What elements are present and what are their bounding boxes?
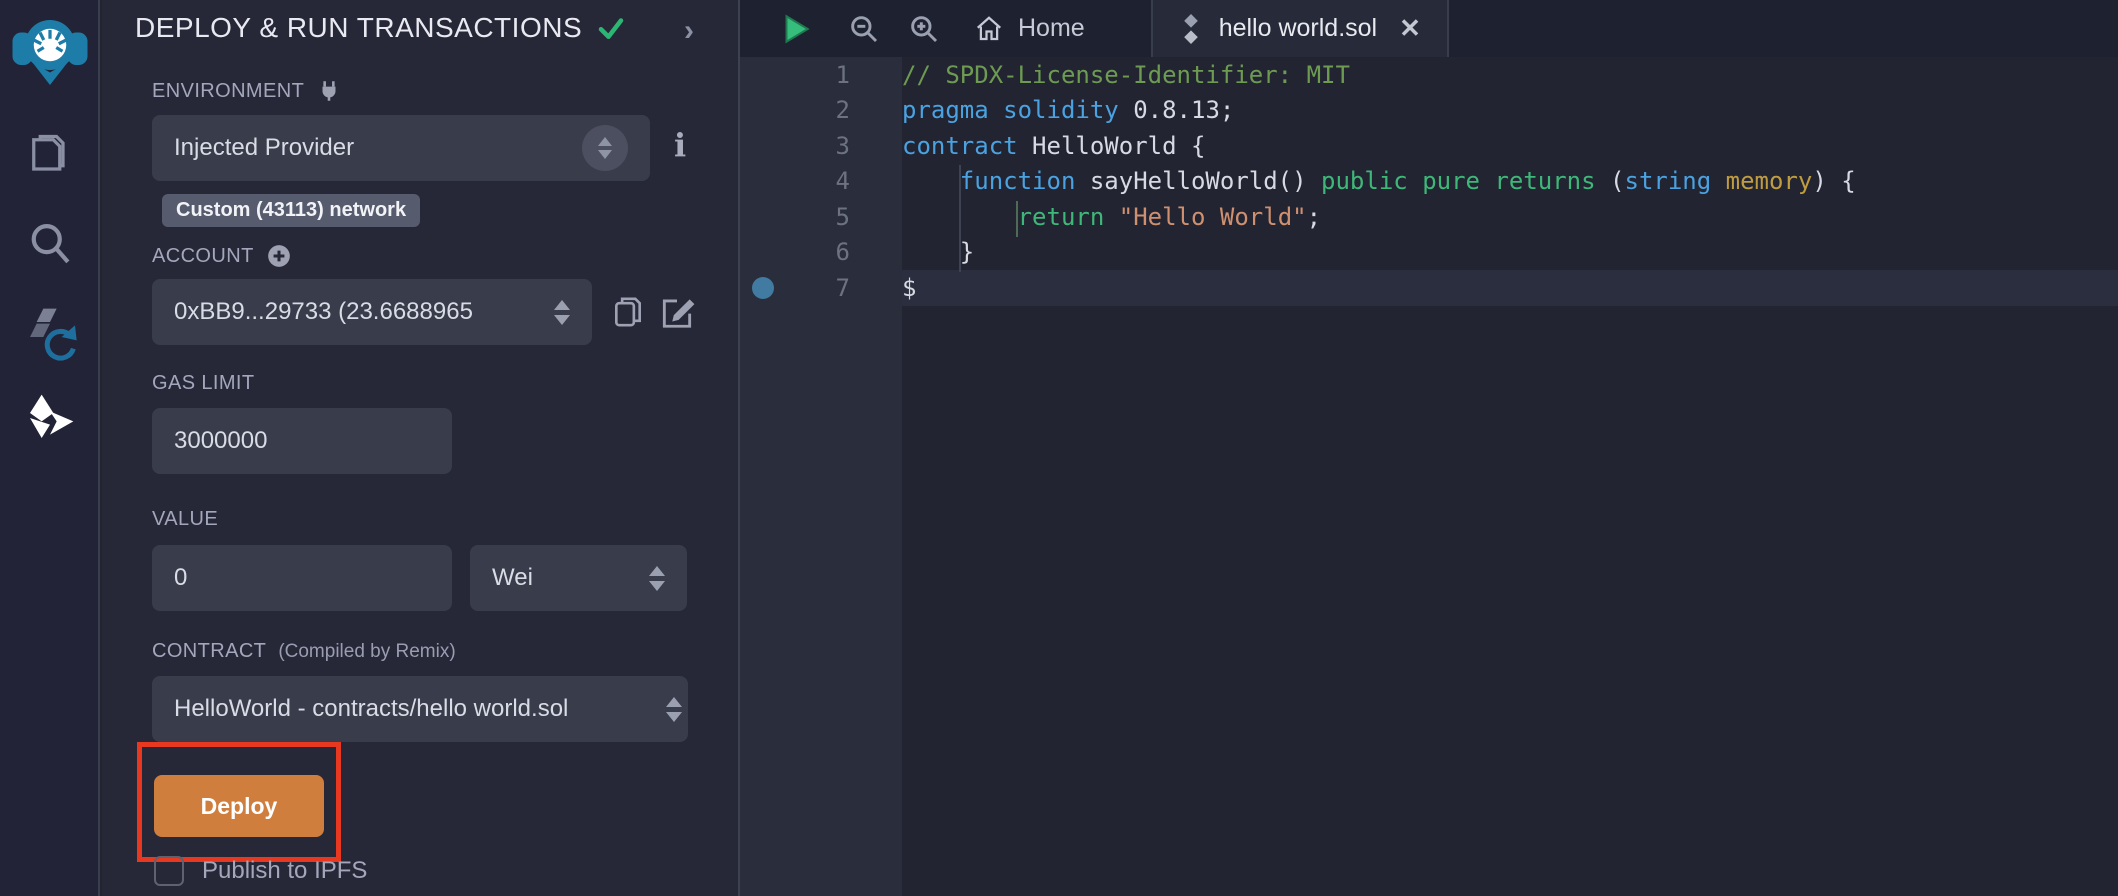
editor-tabbar: Home hello world.sol ✕ [740,0,2118,57]
panel-header: DEPLOY & RUN TRANSACTIONS [135,12,626,44]
line-number: 2 [774,96,902,124]
line-number-row[interactable]: 6 [740,235,902,271]
line-number-row[interactable]: 1 [740,57,902,93]
breakpoint-slot[interactable] [752,170,774,192]
line-number-row[interactable]: 4 [740,164,902,200]
contract-dropdown-icon[interactable] [666,697,682,722]
search-icon[interactable] [0,218,100,270]
breakpoint-slot[interactable] [752,206,774,228]
value-input[interactable]: 0 [152,545,452,611]
code-line-4[interactable]: function sayHelloWorld() public pure ret… [902,164,2118,200]
code-area[interactable]: // SPDX-License-Identifier: MITpragma so… [902,57,2118,896]
line-number-row[interactable]: 2 [740,93,902,129]
breakpoint-slot[interactable] [752,241,774,263]
copy-account-icon[interactable] [610,293,646,331]
line-number: 5 [774,203,902,231]
close-tab-icon[interactable]: ✕ [1399,13,1421,44]
breakpoint-slot[interactable] [752,64,774,86]
code-line-5[interactable]: return "Hello World"; [902,199,2118,235]
code-line-3[interactable]: contract HelloWorld { [902,128,2118,164]
activity-bar [0,0,100,896]
home-icon [974,14,1004,44]
publish-ipfs-row: Publish to IPFS [154,856,367,886]
panel-collapse-chevron-icon[interactable]: › [684,14,694,48]
deploy-run-panel: DEPLOY & RUN TRANSACTIONS › ENVIRONMENT … [102,0,738,896]
line-number: 1 [774,61,902,89]
solidity-icon [1179,14,1203,44]
panel-title: DEPLOY & RUN TRANSACTIONS [135,12,582,44]
line-number: 3 [774,132,902,160]
environment-dropdown-icon[interactable] [582,125,628,171]
contract-sublabel: (Compiled by Remix) [278,641,455,663]
account-label: ACCOUNT [152,243,292,269]
environment-label: ENVIRONMENT [152,78,342,104]
run-play-icon[interactable] [778,12,812,46]
indent-guide-active [1016,201,1018,237]
zoom-in-icon[interactable] [908,13,940,45]
tab-file-label: hello world.sol [1219,14,1377,43]
gas-limit-value: 3000000 [174,427,267,455]
editor: Home hello world.sol ✕ 1 2 3 4 5 6 7 // SPDX-L… [738,0,2118,896]
value-unit-select[interactable]: Wei [470,545,687,611]
value-amount: 0 [174,564,187,592]
breakpoint-slot[interactable] [752,99,774,121]
publish-ipfs-label: Publish to IPFS [202,857,367,885]
zoom-out-icon[interactable] [848,13,880,45]
environment-value: Injected Provider [174,134,582,162]
plug-icon [316,78,342,104]
indent-guide [959,165,961,272]
editor-gutter[interactable]: 1 2 3 4 5 6 7 [740,57,902,896]
editor-gutter-lines: 1 2 3 4 5 6 7 [740,57,902,306]
edit-account-icon[interactable] [658,293,696,331]
line-number-row[interactable]: 7 [740,270,902,306]
code-line-6[interactable]: } [902,235,2118,271]
value-unit: Wei [492,564,649,592]
code-line-2[interactable]: pragma solidity 0.8.13; [902,93,2118,129]
tab-hello-world-sol[interactable]: hello world.sol ✕ [1151,0,1449,57]
line-number: 4 [774,167,902,195]
code-line-1[interactable]: // SPDX-License-Identifier: MIT [902,57,2118,93]
account-value: 0xBB9...29733 (23.6688965 [174,298,554,326]
publish-ipfs-checkbox[interactable] [154,856,184,886]
tab-home-label: Home [1018,14,1085,43]
line-number-row[interactable]: 5 [740,199,902,235]
code-line-7[interactable]: $ [902,270,2118,306]
contract-label: CONTRACT (Compiled by Remix) [152,640,456,663]
gas-limit-label: GAS LIMIT [152,372,255,395]
solidity-compiler-icon[interactable] [0,302,100,362]
tab-home[interactable]: Home [954,0,1105,57]
network-badge: Custom (43113) network [162,194,420,227]
deploy-button[interactable]: Deploy [154,775,324,837]
line-number: 7 [774,274,902,302]
file-explorer-icon[interactable] [0,130,100,182]
contract-select[interactable]: HelloWorld - contracts/hello world.sol [152,676,688,742]
success-check-icon [596,13,626,43]
environment-select[interactable]: Injected Provider [152,115,650,181]
deploy-and-run-icon[interactable] [0,388,100,448]
contract-value: HelloWorld - contracts/hello world.sol [174,695,666,723]
environment-info-icon[interactable]: i [674,126,686,164]
line-number: 6 [774,238,902,266]
gas-limit-input[interactable]: 3000000 [152,408,452,474]
remix-logo-icon[interactable] [0,10,100,90]
line-number-row[interactable]: 3 [740,128,902,164]
breakpoint-slot[interactable] [752,135,774,157]
value-label: VALUE [152,508,218,531]
account-select[interactable]: 0xBB9...29733 (23.6688965 [152,279,592,345]
unit-dropdown-icon[interactable] [649,566,665,591]
breakpoint-dot[interactable] [752,277,774,299]
plus-circle-icon[interactable] [266,243,292,269]
account-dropdown-icon[interactable] [554,300,570,325]
code-lines: // SPDX-License-Identifier: MITpragma so… [902,57,2118,306]
